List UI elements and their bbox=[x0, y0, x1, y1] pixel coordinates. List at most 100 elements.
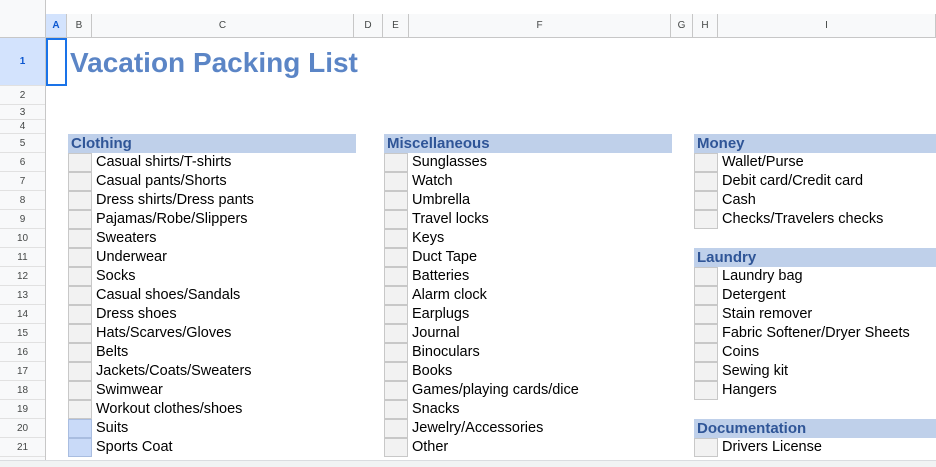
checkbox-cell[interactable] bbox=[68, 438, 92, 457]
row-header-14[interactable]: 14 bbox=[0, 305, 45, 324]
checkbox-cell[interactable] bbox=[694, 210, 718, 229]
item-label[interactable]: Underwear bbox=[96, 248, 167, 267]
checkbox-cell[interactable] bbox=[68, 381, 92, 400]
checkbox-cell[interactable] bbox=[68, 343, 92, 362]
item-label[interactable]: Jewelry/Accessories bbox=[412, 419, 543, 438]
checkbox-cell[interactable] bbox=[384, 419, 408, 438]
row-header-1[interactable]: 1 bbox=[0, 38, 45, 86]
checkbox-cell[interactable] bbox=[384, 305, 408, 324]
item-label[interactable]: Casual shirts/T-shirts bbox=[96, 153, 231, 172]
checkbox-cell[interactable] bbox=[68, 305, 92, 324]
column-header-i[interactable]: I bbox=[718, 14, 936, 37]
checkbox-cell[interactable] bbox=[68, 172, 92, 191]
item-label[interactable]: Swimwear bbox=[96, 381, 163, 400]
item-label[interactable]: Sewing kit bbox=[722, 362, 788, 381]
checkbox-cell[interactable] bbox=[384, 381, 408, 400]
checkbox-cell[interactable] bbox=[68, 362, 92, 381]
checkbox-cell[interactable] bbox=[68, 191, 92, 210]
item-label[interactable]: Hats/Scarves/Gloves bbox=[96, 324, 231, 343]
checkbox-cell[interactable] bbox=[384, 229, 408, 248]
item-label[interactable]: Keys bbox=[412, 229, 444, 248]
item-label[interactable]: Debit card/Credit card bbox=[722, 172, 863, 191]
item-label[interactable]: Drivers License bbox=[722, 438, 822, 457]
checkbox-cell[interactable] bbox=[384, 362, 408, 381]
item-label[interactable]: Casual pants/Shorts bbox=[96, 172, 227, 191]
checkbox-cell[interactable] bbox=[694, 305, 718, 324]
checkbox-cell[interactable] bbox=[384, 438, 408, 457]
item-label[interactable]: Sunglasses bbox=[412, 153, 487, 172]
row-header-9[interactable]: 9 bbox=[0, 210, 45, 229]
item-label[interactable]: Books bbox=[412, 362, 452, 381]
column-header-e[interactable]: E bbox=[383, 14, 409, 37]
checkbox-cell[interactable] bbox=[68, 286, 92, 305]
item-label[interactable]: Journal bbox=[412, 324, 460, 343]
checkbox-cell[interactable] bbox=[694, 191, 718, 210]
column-header-c[interactable]: C bbox=[92, 14, 354, 37]
item-label[interactable]: Other bbox=[412, 438, 448, 457]
row-header-2[interactable]: 2 bbox=[0, 86, 45, 105]
item-label[interactable]: Checks/Travelers checks bbox=[722, 210, 883, 229]
item-label[interactable]: Wallet/Purse bbox=[722, 153, 804, 172]
column-header-g[interactable]: G bbox=[671, 14, 693, 37]
item-label[interactable]: Snacks bbox=[412, 400, 460, 419]
row-header-4[interactable]: 4 bbox=[0, 120, 45, 134]
item-label[interactable]: Workout clothes/shoes bbox=[96, 400, 242, 419]
selected-cell-A1[interactable] bbox=[46, 38, 67, 86]
item-label[interactable]: Duct Tape bbox=[412, 248, 477, 267]
item-label[interactable]: Stain remover bbox=[722, 305, 812, 324]
checkbox-cell[interactable] bbox=[384, 153, 408, 172]
item-label[interactable]: Games/playing cards/dice bbox=[412, 381, 579, 400]
checkbox-cell[interactable] bbox=[694, 438, 718, 457]
row-header-21[interactable]: 21 bbox=[0, 438, 45, 457]
row-header-13[interactable]: 13 bbox=[0, 286, 45, 305]
checkbox-cell[interactable] bbox=[68, 153, 92, 172]
checkbox-cell[interactable] bbox=[68, 229, 92, 248]
row-header-7[interactable]: 7 bbox=[0, 172, 45, 191]
column-header-d[interactable]: D bbox=[354, 14, 383, 37]
row-header-20[interactable]: 20 bbox=[0, 419, 45, 438]
checkbox-cell[interactable] bbox=[694, 153, 718, 172]
row-header-3[interactable]: 3 bbox=[0, 105, 45, 120]
checkbox-cell[interactable] bbox=[68, 267, 92, 286]
checkbox-cell[interactable] bbox=[384, 400, 408, 419]
checkbox-cell[interactable] bbox=[384, 210, 408, 229]
column-header-b[interactable]: B bbox=[67, 14, 92, 37]
row-header-5[interactable]: 5 bbox=[0, 134, 45, 153]
select-all-corner[interactable] bbox=[0, 0, 46, 38]
item-label[interactable]: Sports Coat bbox=[96, 438, 173, 457]
item-label[interactable]: Detergent bbox=[722, 286, 786, 305]
item-label[interactable]: Batteries bbox=[412, 267, 469, 286]
row-header-10[interactable]: 10 bbox=[0, 229, 45, 248]
row-header-8[interactable]: 8 bbox=[0, 191, 45, 210]
item-label[interactable]: Coins bbox=[722, 343, 759, 362]
item-label[interactable]: Socks bbox=[96, 267, 136, 286]
row-header-11[interactable]: 11 bbox=[0, 248, 45, 267]
item-label[interactable]: Binoculars bbox=[412, 343, 480, 362]
checkbox-cell[interactable] bbox=[384, 286, 408, 305]
checkbox-cell[interactable] bbox=[384, 248, 408, 267]
checkbox-cell[interactable] bbox=[384, 324, 408, 343]
checkbox-cell[interactable] bbox=[68, 324, 92, 343]
checkbox-cell[interactable] bbox=[384, 172, 408, 191]
row-header-12[interactable]: 12 bbox=[0, 267, 45, 286]
item-label[interactable]: Dress shirts/Dress pants bbox=[96, 191, 254, 210]
column-header-f[interactable]: F bbox=[409, 14, 671, 37]
row-header-17[interactable]: 17 bbox=[0, 362, 45, 381]
item-label[interactable]: Pajamas/Robe/Slippers bbox=[96, 210, 248, 229]
checkbox-cell[interactable] bbox=[68, 400, 92, 419]
item-label[interactable]: Umbrella bbox=[412, 191, 470, 210]
checkbox-cell[interactable] bbox=[384, 191, 408, 210]
item-label[interactable]: Dress shoes bbox=[96, 305, 177, 324]
item-label[interactable]: Earplugs bbox=[412, 305, 469, 324]
column-header-h[interactable]: H bbox=[693, 14, 718, 37]
row-header-6[interactable]: 6 bbox=[0, 153, 45, 172]
checkbox-cell[interactable] bbox=[694, 343, 718, 362]
row-header-15[interactable]: 15 bbox=[0, 324, 45, 343]
row-header-18[interactable]: 18 bbox=[0, 381, 45, 400]
item-label[interactable]: Laundry bag bbox=[722, 267, 803, 286]
item-label[interactable]: Watch bbox=[412, 172, 453, 191]
item-label[interactable]: Sweaters bbox=[96, 229, 156, 248]
item-label[interactable]: Hangers bbox=[722, 381, 777, 400]
checkbox-cell[interactable] bbox=[68, 248, 92, 267]
row-header-19[interactable]: 19 bbox=[0, 400, 45, 419]
